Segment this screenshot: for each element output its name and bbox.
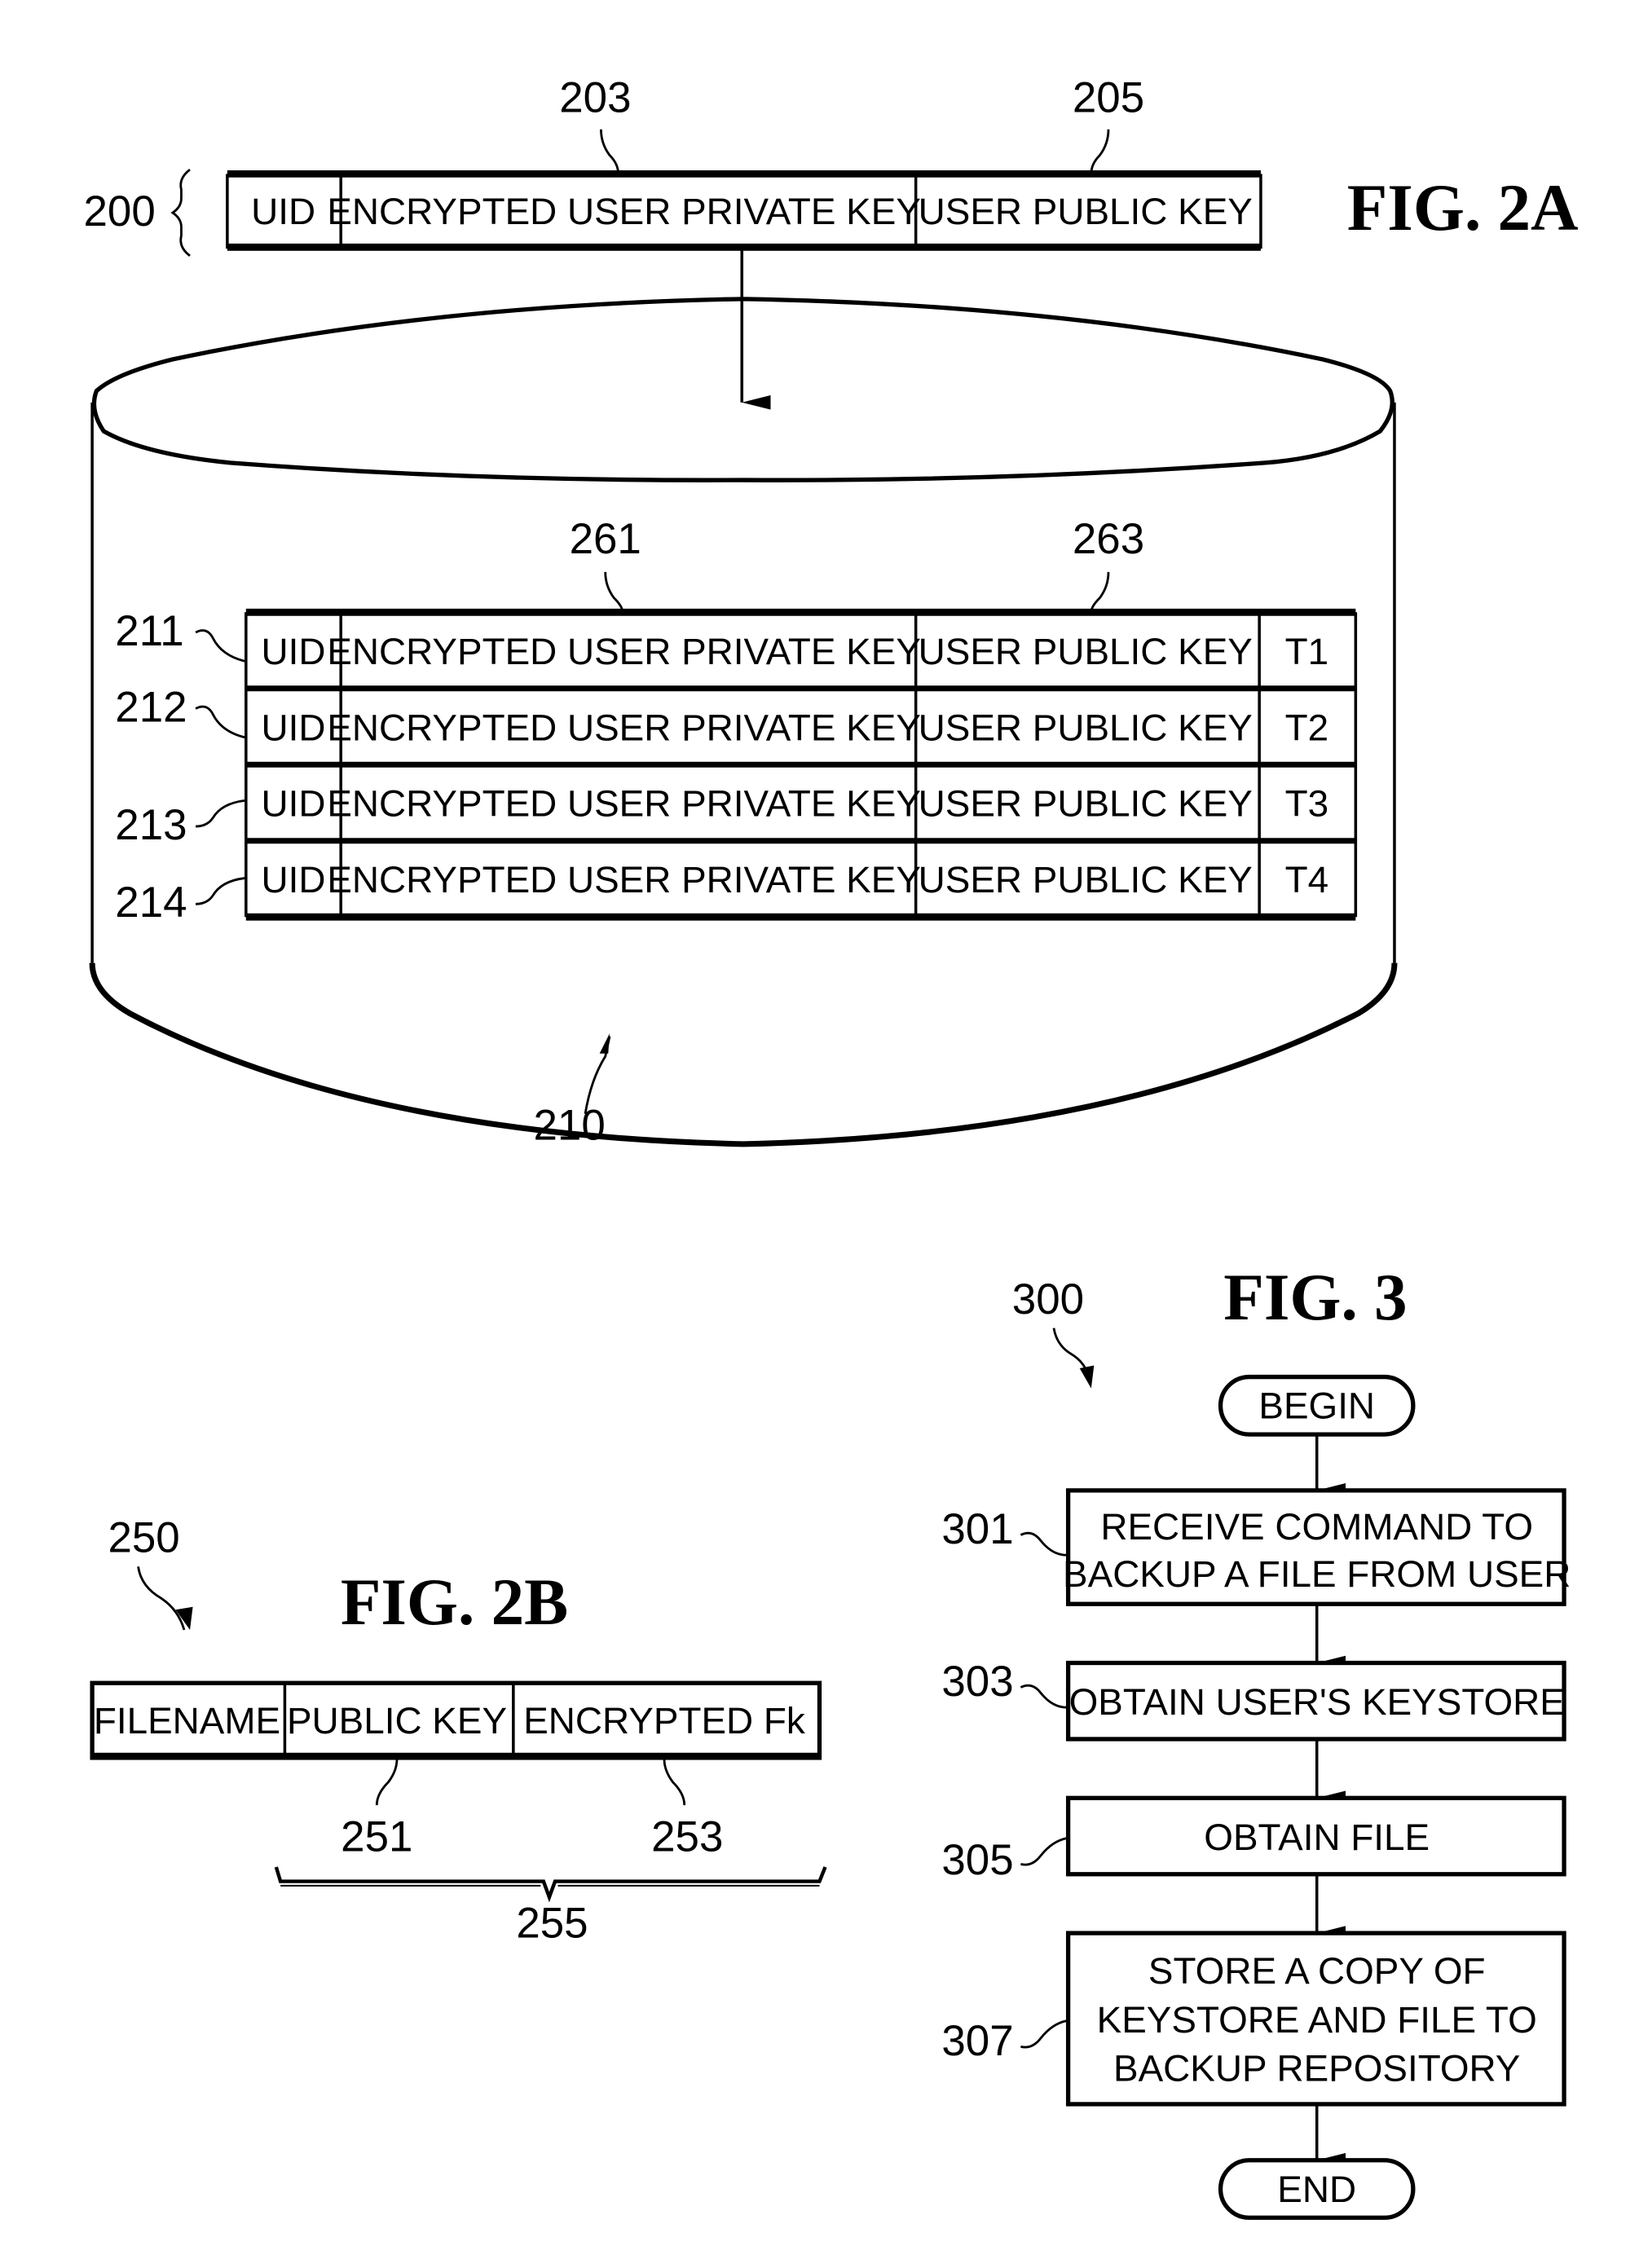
ref-303: 303 — [941, 1658, 1013, 1706]
flow-step-301-line-2: BACKUP A FILE FROM USER — [1063, 1552, 1571, 1595]
leader-253 — [663, 1759, 686, 1806]
file-field-encrypted-fk: ENCRYPTED Fk — [523, 1699, 805, 1742]
fig-2b-title: FIG. 2B — [341, 1566, 568, 1639]
table-cell-private-key: ENCRYPTED USER PRIVATE KEY — [327, 782, 921, 825]
leader-205 — [1090, 129, 1110, 174]
table-cell-uid: UID — [262, 782, 326, 825]
table-row: UID ENCRYPTED USER PRIVATE KEY USER PUBL… — [262, 782, 1329, 825]
ref-301: 301 — [941, 1505, 1013, 1553]
ref-210: 210 — [534, 1102, 606, 1150]
ref-307: 307 — [941, 2017, 1013, 2065]
flow-step-301-line-1: RECEIVE COMMAND TO — [1100, 1505, 1533, 1548]
table-cell-uid: UID — [262, 706, 326, 748]
ref-214: 214 — [115, 879, 187, 927]
ref-300: 300 — [1012, 1275, 1084, 1323]
leader-250 — [137, 1566, 186, 1631]
table-cell-timestamp: T2 — [1285, 706, 1329, 748]
patent-drawing-sheet: FIG. 2A 200 UID ENCRYPTED USER PRIVATE K… — [84, 74, 1579, 2220]
table-cell-timestamp: T1 — [1285, 630, 1329, 672]
leader-211 — [195, 629, 245, 663]
flow-step-305-line-1: OBTAIN FILE — [1204, 1816, 1430, 1858]
leader-300-arrow-icon — [1079, 1365, 1095, 1389]
ref-211: 211 — [115, 607, 183, 655]
leader-251 — [375, 1759, 399, 1806]
table-cell-public-key: USER PUBLIC KEY — [919, 706, 1253, 748]
fig-2b: 250 FIG. 2B FILENAME PUBLIC KEY ENCRYPTE… — [90, 1514, 827, 1947]
table-cell-uid: UID — [262, 630, 326, 672]
leader-303 — [1020, 1684, 1067, 1709]
file-field-filename: FILENAME — [94, 1699, 280, 1742]
table-cell-private-key: ENCRYPTED USER PRIVATE KEY — [327, 630, 921, 672]
table-row: UID ENCRYPTED USER PRIVATE KEY USER PUBL… — [262, 630, 1329, 672]
leader-263 — [1090, 571, 1110, 613]
record-brace — [170, 168, 191, 258]
group-brace-255 — [274, 1866, 827, 1903]
leader-213 — [196, 799, 245, 828]
table-cell-public-key: USER PUBLIC KEY — [919, 858, 1253, 901]
ref-212: 212 — [115, 683, 187, 731]
keystore-table: UID ENCRYPTED USER PRIVATE KEY USER PUBL… — [245, 608, 1358, 921]
record-field-public-key: USER PUBLIC KEY — [919, 190, 1253, 232]
ref-263: 263 — [1073, 515, 1144, 563]
leader-301 — [1020, 1531, 1067, 1557]
leader-261 — [604, 571, 624, 613]
fig-3: 300 FIG. 3 BEGIN RECEIVE COMMAND TO BACK… — [941, 1261, 1571, 2220]
table-cell-private-key: ENCRYPTED USER PRIVATE KEY — [327, 706, 921, 748]
ref-261: 261 — [570, 515, 641, 563]
flow-step-307-line-2: KEYSTORE AND FILE TO — [1097, 1998, 1537, 2041]
file-field-public-key: PUBLIC KEY — [287, 1699, 507, 1742]
leader-210-arrow-icon — [599, 1033, 610, 1054]
flow-step-307-line-1: STORE A COPY OF — [1148, 1949, 1486, 1992]
fig-3-title: FIG. 3 — [1223, 1261, 1407, 1334]
ref-213: 213 — [115, 801, 187, 849]
leader-212 — [195, 705, 245, 739]
ref-250: 250 — [108, 1514, 179, 1562]
ref-305: 305 — [941, 1836, 1013, 1884]
leader-307 — [1020, 2019, 1068, 2049]
table-cell-private-key: ENCRYPTED USER PRIVATE KEY — [327, 858, 921, 901]
ref-203: 203 — [559, 74, 631, 122]
table-row: UID ENCRYPTED USER PRIVATE KEY USER PUBL… — [262, 706, 1329, 748]
user-record: UID ENCRYPTED USER PRIVATE KEY USER PUBL… — [226, 170, 1262, 251]
record-field-uid: UID — [251, 190, 315, 232]
table-cell-uid: UID — [262, 858, 326, 901]
flow-step-307-line-3: BACKUP REPOSITORY — [1113, 2047, 1520, 2090]
flow-end-label: END — [1277, 2168, 1356, 2210]
leader-305 — [1020, 1837, 1068, 1866]
table-cell-public-key: USER PUBLIC KEY — [919, 630, 1253, 672]
table-row: UID ENCRYPTED USER PRIVATE KEY USER PUBL… — [262, 858, 1329, 901]
leader-214 — [196, 877, 245, 905]
table-cell-public-key: USER PUBLIC KEY — [919, 782, 1253, 825]
flow-begin-label: BEGIN — [1258, 1385, 1375, 1427]
table-cell-timestamp: T4 — [1285, 858, 1329, 901]
fig-2a-title: FIG. 2A — [1347, 171, 1579, 244]
flow-step-303-line-1: OBTAIN USER'S KEYSTORE — [1069, 1680, 1565, 1723]
ref-251: 251 — [341, 1813, 412, 1861]
leader-203 — [600, 129, 620, 174]
ref-253: 253 — [651, 1813, 723, 1861]
file-record: FILENAME PUBLIC KEY ENCRYPTED Fk — [90, 1680, 822, 1760]
cylinder-bottom — [89, 962, 1398, 1147]
ref-200: 200 — [84, 187, 156, 236]
fig-2a: FIG. 2A 200 UID ENCRYPTED USER PRIVATE K… — [84, 74, 1579, 1150]
ref-255: 255 — [516, 1899, 588, 1947]
ref-205: 205 — [1073, 74, 1144, 122]
table-cell-timestamp: T3 — [1285, 782, 1329, 825]
record-field-private-key: ENCRYPTED USER PRIVATE KEY — [327, 190, 921, 232]
